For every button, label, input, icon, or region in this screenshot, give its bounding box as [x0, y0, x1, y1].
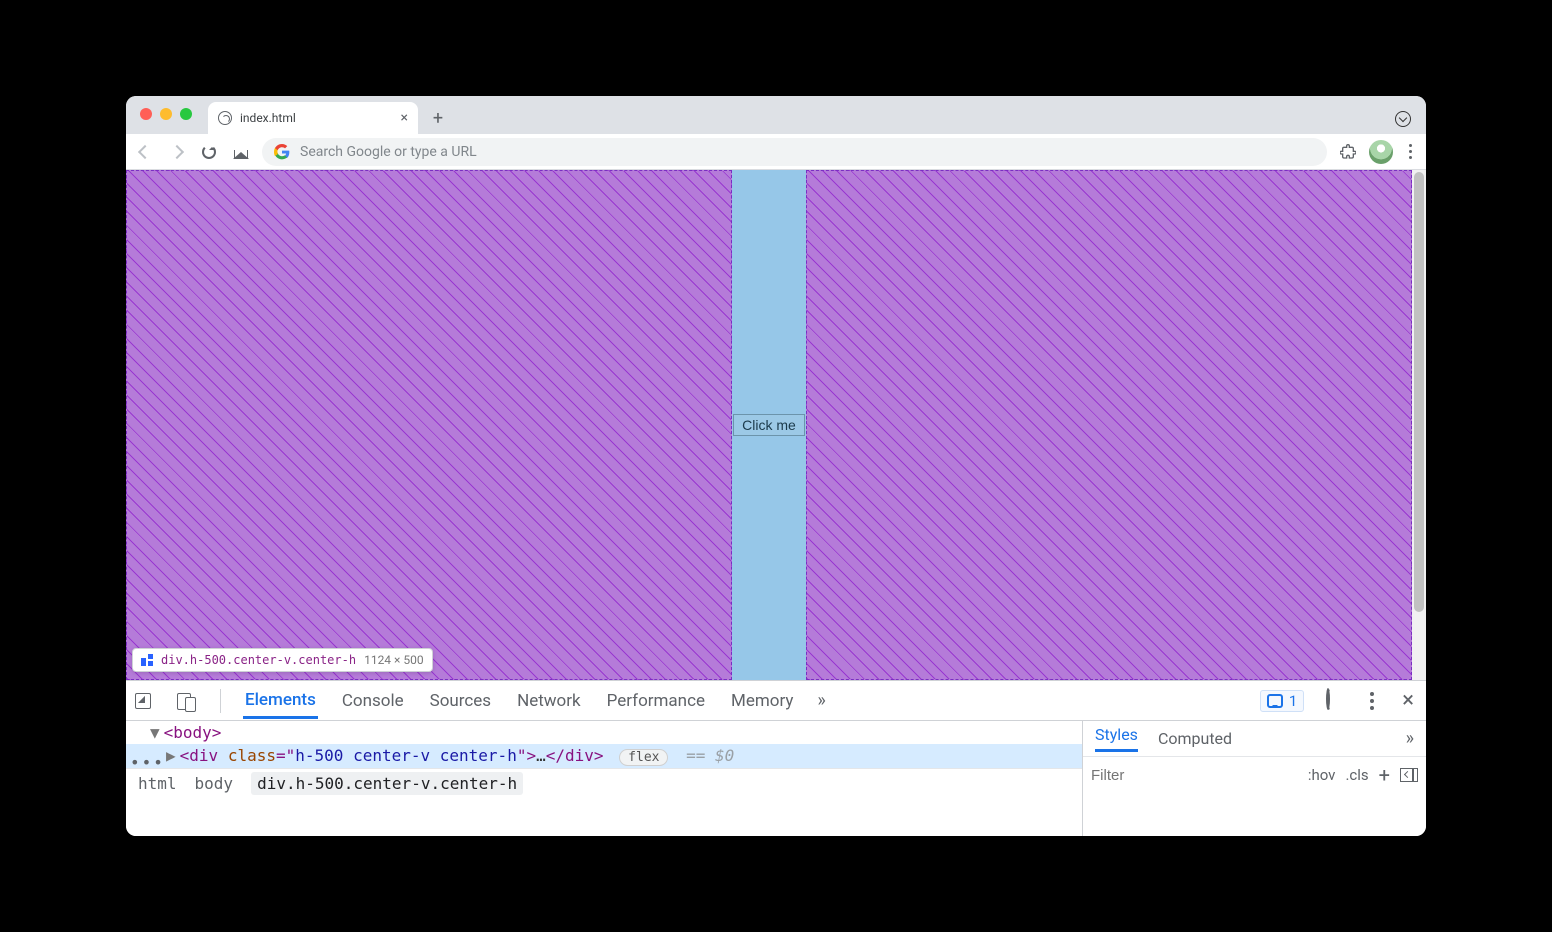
issues-count: 1	[1289, 692, 1297, 710]
styles-toolbar: :hov .cls +	[1083, 757, 1426, 793]
elements-tree[interactable]: ▼<body> ••• ▶<div class="h-500 center-v …	[126, 721, 1082, 836]
device-toolbar-button[interactable]	[176, 690, 198, 712]
styles-tabs: Styles Computed »	[1083, 721, 1426, 757]
tab-styles[interactable]: Styles	[1095, 725, 1138, 752]
inspected-flex-container: Click me	[126, 170, 1412, 680]
maximize-window-button[interactable]	[180, 108, 192, 120]
styles-filter-input[interactable]	[1091, 767, 1298, 784]
tab-console[interactable]: Console	[340, 683, 406, 719]
console-ref: == $0	[686, 746, 734, 765]
back-button[interactable]	[134, 141, 156, 163]
vertical-scrollbar[interactable]	[1412, 170, 1426, 680]
home-icon	[234, 145, 248, 159]
browser-window: index.html × + Search Google or type a U…	[126, 96, 1426, 836]
omnibox-placeholder: Search Google or type a URL	[300, 144, 477, 160]
crumb-html[interactable]: html	[138, 774, 177, 793]
chat-icon	[1267, 694, 1283, 708]
flex-free-space-right-overlay	[806, 170, 1412, 680]
new-tab-button[interactable]: +	[424, 104, 452, 132]
address-bar[interactable]: Search Google or type a URL	[262, 138, 1327, 166]
browser-menu-button[interactable]	[1403, 144, 1418, 159]
flex-free-space-left-overlay	[126, 170, 732, 680]
devtools-body: ▼<body> ••• ▶<div class="h-500 center-v …	[126, 721, 1426, 836]
more-styles-tabs[interactable]: »	[1406, 728, 1414, 749]
element-inspect-tooltip: div.h-500.center-v.center-h 1124 × 500	[132, 648, 433, 672]
toggle-sidebar-button[interactable]	[1400, 768, 1418, 782]
breadcrumbs: html body div.h-500.center-v.center-h	[126, 768, 1082, 798]
hov-toggle[interactable]: :hov	[1308, 766, 1336, 784]
new-style-rule-button[interactable]: +	[1379, 763, 1390, 787]
tab-network[interactable]: Network	[515, 683, 583, 719]
caret-down-icon[interactable]: ▼	[150, 723, 160, 742]
tab-search-button[interactable]	[1394, 110, 1412, 128]
devtools-menu-button[interactable]	[1370, 692, 1374, 710]
crumb-body[interactable]: body	[195, 774, 234, 793]
flex-badge-icon	[141, 654, 153, 666]
tooltip-dimensions: 1124 × 500	[364, 653, 424, 667]
close-tab-button[interactable]: ×	[401, 110, 408, 126]
settings-button[interactable]	[1326, 690, 1348, 712]
forward-button[interactable]	[166, 141, 188, 163]
tab-strip: index.html × +	[126, 96, 1426, 134]
reload-button[interactable]	[198, 141, 220, 163]
browser-tab[interactable]: index.html ×	[208, 102, 418, 134]
reload-icon	[202, 145, 216, 159]
body-tag-text: <body>	[164, 723, 222, 742]
issues-badge[interactable]: 1	[1260, 690, 1304, 712]
minimize-window-button[interactable]	[160, 108, 172, 120]
arrow-left-icon	[138, 144, 152, 158]
tab-elements[interactable]: Elements	[243, 682, 318, 719]
extensions-button[interactable]	[1337, 141, 1359, 163]
dom-node-selected-div[interactable]: ▶<div class="h-500 center-v center-h">…<…	[126, 744, 1082, 768]
divider	[220, 689, 221, 713]
tooltip-selector: div.h-500.center-v.center-h	[161, 653, 356, 667]
tab-memory[interactable]: Memory	[729, 683, 795, 719]
more-tabs-button[interactable]: »	[817, 690, 825, 711]
dom-node-body[interactable]: ▼<body>	[126, 721, 1082, 744]
caret-right-icon[interactable]: ▶	[166, 746, 176, 765]
tab-sources[interactable]: Sources	[428, 683, 493, 719]
close-window-button[interactable]	[140, 108, 152, 120]
window-controls	[140, 108, 192, 120]
tab-title: index.html	[240, 111, 296, 125]
inspect-element-button[interactable]	[132, 690, 154, 712]
devtools-tabbar: Elements Console Sources Network Perform…	[126, 681, 1426, 721]
page-content: Click me div.h-500.center-v.center-h 112…	[126, 170, 1412, 680]
tab-performance[interactable]: Performance	[605, 683, 707, 719]
gear-icon	[1326, 688, 1330, 710]
ellipsis-icon[interactable]: •••	[130, 753, 165, 772]
home-button[interactable]	[230, 141, 252, 163]
devtools-panel: Elements Console Sources Network Perform…	[126, 680, 1426, 836]
globe-icon	[218, 111, 232, 125]
click-me-button[interactable]: Click me	[733, 414, 805, 436]
google-icon	[274, 144, 290, 160]
page-viewport: Click me div.h-500.center-v.center-h 112…	[126, 170, 1426, 680]
cls-toggle[interactable]: .cls	[1345, 766, 1368, 784]
flex-badge[interactable]: flex	[619, 749, 668, 766]
close-devtools-button[interactable]: ×	[1396, 688, 1420, 713]
crumb-div[interactable]: div.h-500.center-v.center-h	[251, 772, 523, 795]
tab-computed[interactable]: Computed	[1158, 729, 1232, 748]
chevron-down-icon	[1395, 111, 1411, 127]
profile-avatar[interactable]	[1369, 140, 1393, 164]
browser-toolbar: Search Google or type a URL	[126, 134, 1426, 170]
puzzle-icon	[1340, 144, 1356, 160]
styles-sidebar: Styles Computed » :hov .cls +	[1082, 721, 1426, 836]
scrollbar-thumb[interactable]	[1414, 172, 1424, 612]
arrow-right-icon	[170, 144, 184, 158]
